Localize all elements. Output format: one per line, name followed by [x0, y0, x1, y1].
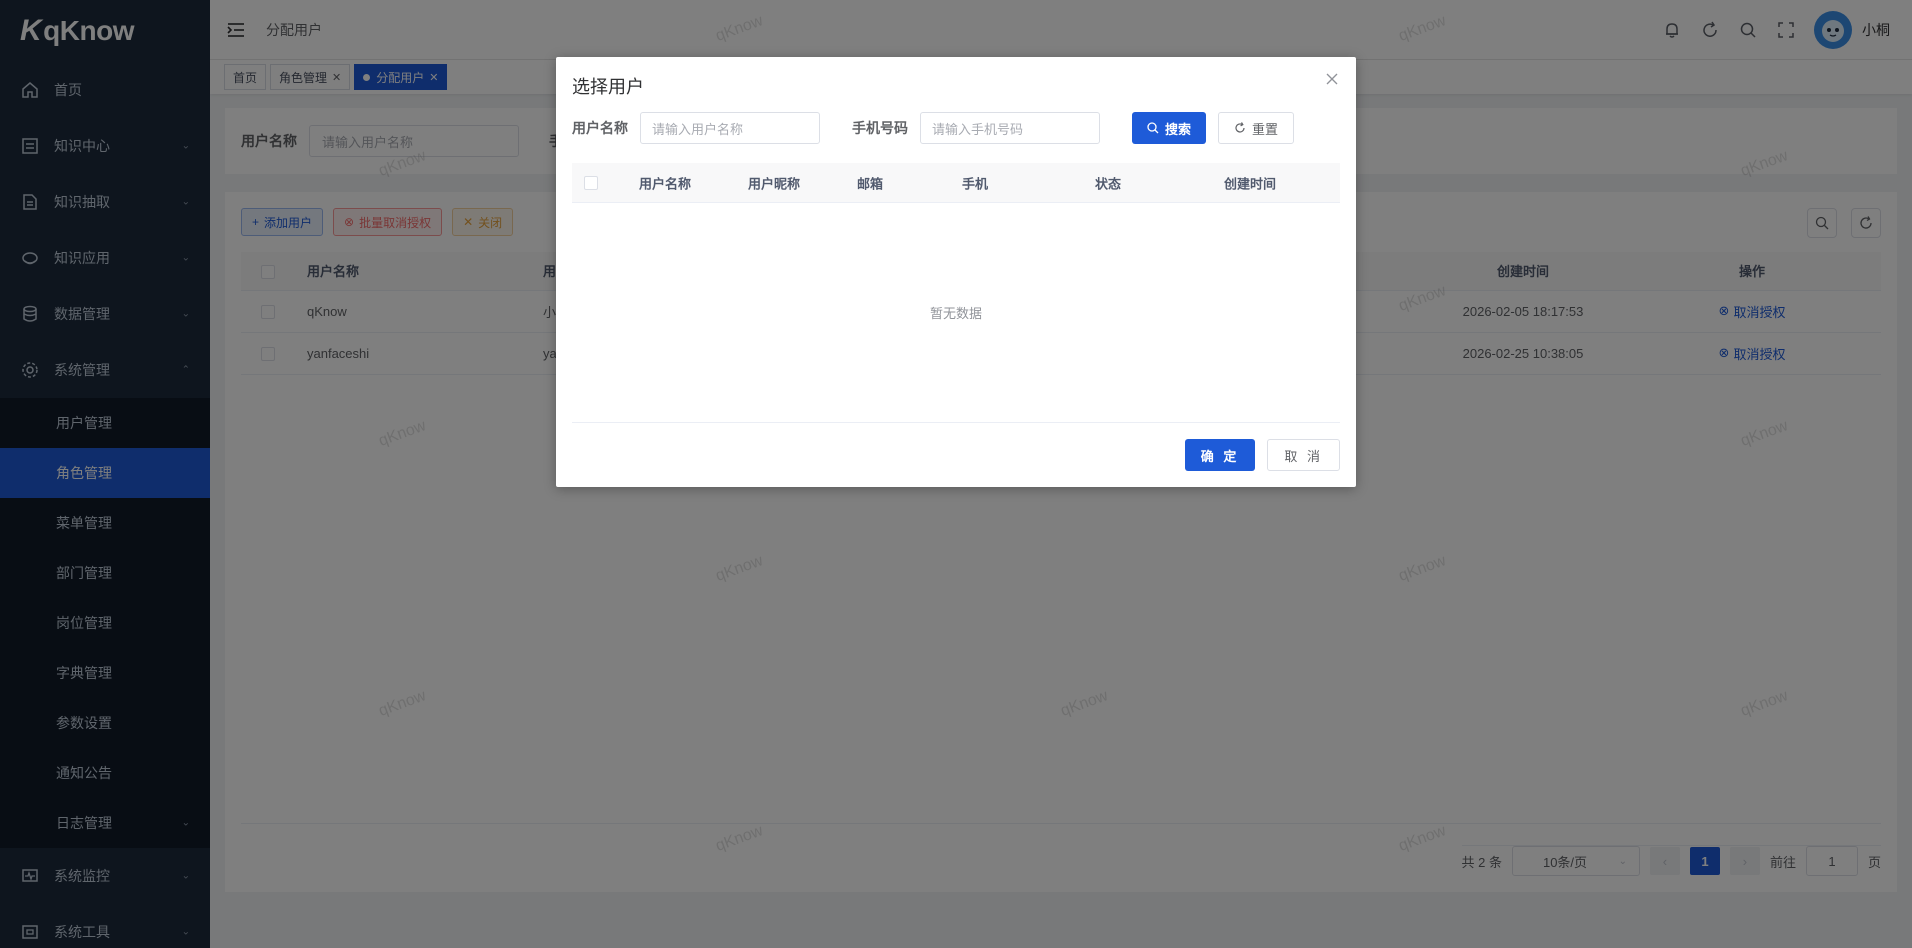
dialog-user-table: 用户名称 用户昵称 邮箱 手机 状态 创建时间 暂无数据: [572, 163, 1340, 423]
table-header-row: 用户名称 用户昵称 邮箱 手机 状态 创建时间: [572, 163, 1340, 203]
column-header: 用户昵称: [748, 176, 801, 191]
button-label: 重置: [1252, 121, 1279, 137]
phone-label: 手机号码: [852, 120, 908, 136]
button-label: 搜索: [1165, 121, 1192, 137]
search-icon: [1147, 122, 1159, 134]
empty-state: 暂无数据: [929, 306, 982, 321]
column-header: 邮箱: [857, 176, 884, 191]
refresh-icon: [1235, 122, 1245, 133]
username-search-input[interactable]: 请输入用户名称: [640, 112, 820, 144]
dialog-title: 选择用户: [572, 77, 644, 97]
search-button[interactable]: 搜索: [1132, 112, 1207, 144]
phone-search-input[interactable]: 请输入手机号码: [920, 112, 1100, 144]
select-user-dialog: 选择用户 用户名称 请输入用户名称 手机号码 请输入手机号码 搜索 重置 用户名…: [556, 57, 1356, 487]
close-icon[interactable]: [1324, 71, 1340, 87]
column-header: 用户名称: [639, 176, 692, 191]
reset-button[interactable]: 重置: [1218, 112, 1295, 144]
column-header: 创建时间: [1224, 176, 1277, 191]
select-all-checkbox[interactable]: [584, 175, 598, 190]
dialog-search-form: 用户名称 请输入用户名称 手机号码 请输入手机号码 搜索 重置: [572, 112, 1295, 144]
confirm-button[interactable]: 确 定: [1184, 439, 1256, 471]
column-header: 状态: [1095, 176, 1122, 191]
column-header: 手机: [962, 176, 989, 191]
cancel-button[interactable]: 取 消: [1267, 439, 1340, 471]
dialog-footer: 确 定 取 消: [1184, 439, 1340, 471]
username-label: 用户名称: [572, 120, 628, 136]
